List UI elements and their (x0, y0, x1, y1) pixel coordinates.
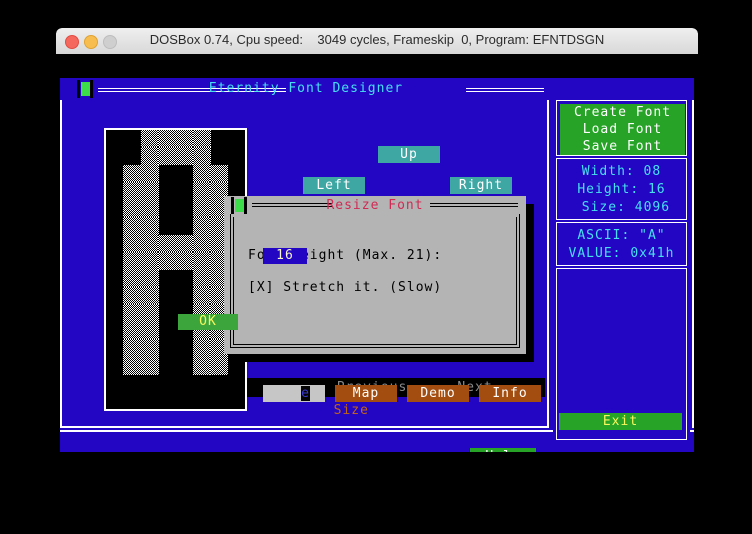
stretch-checkbox[interactable]: [X] Stretch it. (Slow) (248, 280, 442, 296)
move-right-button[interactable]: Right (450, 177, 512, 194)
glyph-pixel[interactable] (123, 252, 142, 271)
app-title: Eternity Font Designer (208, 81, 404, 96)
glyph-pixel[interactable] (175, 234, 194, 253)
resize-font-dialog: Resize Font (224, 196, 526, 354)
glyph-pixel[interactable] (192, 217, 211, 236)
glyph-pixel[interactable] (158, 147, 177, 166)
screen: DOSBox 0.74, Cpu speed: 3049 cycles, Fra… (0, 0, 752, 534)
size-button[interactable]: Size e (263, 385, 368, 418)
window-title: DOSBox 0.74, Cpu speed: 3049 cycles, Fra… (149, 32, 605, 47)
glyph-pixel[interactable] (158, 234, 177, 253)
exit-button[interactable]: Exit (559, 413, 682, 430)
glyph-pixel[interactable] (140, 182, 159, 201)
window-titlebar: DOSBox 0.74, Cpu speed: 3049 cycles, Fra… (56, 28, 698, 55)
metric-width: Width: 08 (581, 164, 662, 179)
glyph-pixel[interactable] (123, 234, 142, 253)
char-ascii: ASCII: "A" (577, 228, 666, 243)
glyph-pixel[interactable] (140, 217, 159, 236)
glyph-pixel[interactable] (140, 252, 159, 271)
glyph-pixel[interactable] (210, 356, 229, 375)
glyph-pixel[interactable] (192, 356, 211, 375)
glyph-pixel[interactable] (192, 182, 211, 201)
glyph-pixel[interactable] (123, 356, 142, 375)
glyph-pixel[interactable] (140, 304, 159, 323)
ok-button[interactable]: OK (178, 314, 238, 330)
metric-size: Size: 4096 (572, 200, 671, 215)
dialog-title: Resize Font (326, 198, 424, 213)
glyph-pixel[interactable] (140, 286, 159, 305)
app-titlebar: Eternity Font Designer (60, 78, 694, 100)
glyph-pixel[interactable] (140, 339, 159, 358)
glyph-pixel[interactable] (192, 147, 211, 166)
file-actions-group[interactable]: Create Font Load Font Save Font (560, 104, 685, 155)
glyph-pixel[interactable] (192, 164, 211, 183)
glyph-pixel[interactable] (123, 182, 142, 201)
text-cursor-block: e (301, 386, 310, 401)
glyph-pixel[interactable] (123, 321, 142, 340)
glyph-pixel[interactable] (140, 321, 159, 340)
glyph-pixel[interactable] (140, 356, 159, 375)
glyph-pixel[interactable] (175, 147, 194, 166)
move-up-button[interactable]: Up (378, 146, 440, 163)
glyph-pixel[interactable] (123, 339, 142, 358)
sidebar: Create Font Load Font Save Font Width: 0… (553, 100, 690, 452)
map-button[interactable]: Map (335, 385, 397, 402)
info-button[interactable]: Info (479, 385, 541, 402)
glyph-pixel[interactable] (192, 199, 211, 218)
glyph-pixel[interactable] (192, 252, 211, 271)
dosbox-window: DOSBox 0.74, Cpu speed: 3049 cycles, Fra… (56, 28, 698, 452)
size-button-label: Size (333, 403, 369, 418)
font-height-input[interactable]: 16 (263, 248, 307, 264)
glyph-pixel[interactable] (175, 130, 194, 148)
glyph-pixel[interactable] (210, 164, 229, 183)
sidebar-empty-panel: Exit (556, 268, 687, 440)
glyph-pixel[interactable] (123, 269, 142, 288)
glyph-pixel[interactable] (192, 234, 211, 253)
frame-right-line (692, 78, 694, 428)
glyph-pixel[interactable] (192, 286, 211, 305)
file-actions-panel: Create Font Load Font Save Font (556, 100, 687, 156)
glyph-pixel[interactable] (123, 217, 142, 236)
glyph-pixel[interactable] (175, 252, 194, 271)
load-font-button[interactable]: Load Font (560, 121, 685, 138)
glyph-pixel[interactable] (140, 130, 159, 148)
glyph-pixel[interactable] (140, 147, 159, 166)
glyph-pixel[interactable] (158, 130, 177, 148)
move-left-button[interactable]: Left (303, 177, 365, 194)
glyph-pixel[interactable] (123, 164, 142, 183)
character-info-panel: ASCII: "A" VALUE: 0x41h (556, 222, 687, 266)
char-value: VALUE: 0x41h (568, 246, 675, 261)
help-button[interactable]: Help (470, 448, 536, 452)
glyph-pixel[interactable] (140, 199, 159, 218)
glyph-pixel[interactable] (123, 286, 142, 305)
save-font-button[interactable]: Save Font (560, 138, 685, 155)
glyph-pixel[interactable] (192, 339, 211, 358)
glyph-pixel[interactable] (158, 252, 177, 271)
glyph-pixel[interactable] (140, 234, 159, 253)
glyph-pixel[interactable] (123, 304, 142, 323)
frame-left-line (60, 78, 62, 428)
glyph-pixel[interactable] (140, 164, 159, 183)
glyph-pixel[interactable] (140, 269, 159, 288)
create-font-button[interactable]: Create Font (560, 104, 685, 121)
metric-height: Height: 16 (577, 182, 666, 197)
glyph-pixel[interactable] (192, 130, 211, 148)
demo-button[interactable]: Demo (407, 385, 469, 402)
frame-divider-line (547, 94, 549, 428)
dialog-titlebar: Resize Font (224, 196, 526, 216)
font-metrics-panel: Width: 08 Height: 16 Size: 4096 (556, 158, 687, 220)
glyph-pixel[interactable] (192, 269, 211, 288)
glyph-pixel[interactable] (123, 199, 142, 218)
size-cursor-char: e (301, 386, 310, 401)
dos-canvas: Eternity Font Designer Up Left Right Pre… (56, 54, 698, 452)
